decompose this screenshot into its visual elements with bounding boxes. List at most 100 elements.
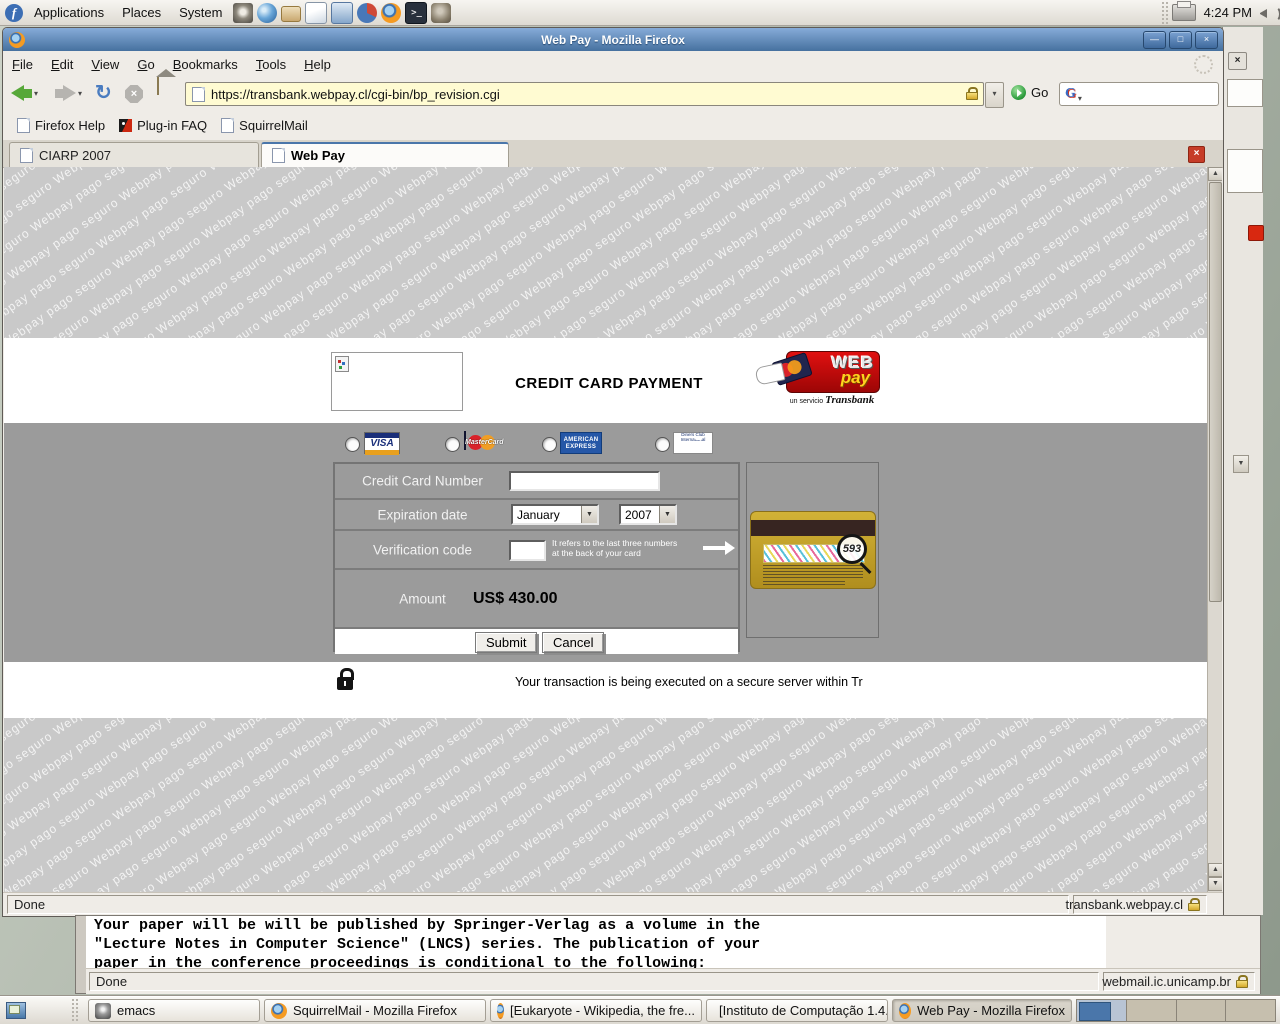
file-menu[interactable]: File: [3, 53, 42, 76]
bookmark-icon: [17, 118, 30, 133]
search-engine-dropdown[interactable]: ▾: [1078, 94, 1082, 103]
broken-image-icon: [335, 356, 349, 372]
back-dropdown[interactable]: ▾: [34, 89, 38, 98]
url-dropdown-button[interactable]: ▾: [985, 82, 1004, 108]
documents-launcher-icon[interactable]: [305, 2, 327, 24]
email-launcher-icon[interactable]: [281, 6, 301, 22]
volume-icon[interactable]: [1260, 5, 1280, 21]
forward-icon-tail: [55, 89, 63, 98]
applications-menu[interactable]: Applications: [25, 0, 113, 25]
search-input[interactable]: G ▾: [1059, 82, 1219, 106]
secure-lock-icon: [966, 87, 978, 101]
fragment-red-icon[interactable]: [1248, 225, 1264, 241]
bookmark-plugin-faq[interactable]: Plug-in FAQ: [119, 118, 207, 133]
scroll-up-button[interactable]: ▲: [1208, 167, 1222, 181]
task-instituto[interactable]: [Instituto de Computação 1.4....: [706, 999, 888, 1022]
webpay-logo: WEB pay un servicio Transbank: [756, 351, 878, 409]
minimize-button[interactable]: —: [1143, 31, 1166, 49]
background-window-right-fragment: × ▼: [1222, 27, 1263, 915]
view-menu[interactable]: View: [82, 53, 128, 76]
terminal-launcher-icon[interactable]: >_: [405, 2, 427, 24]
workspace-3[interactable]: [1176, 1000, 1226, 1021]
verification-label: Verification code: [335, 542, 510, 557]
web-browser-launcher-icon[interactable]: [257, 3, 277, 23]
bookmark-squirrelmail[interactable]: SquirrelMail: [221, 118, 308, 133]
maximize-button[interactable]: □: [1169, 31, 1192, 49]
show-desktop-button[interactable]: [3, 999, 29, 1022]
fragment-scroll-arrow[interactable]: ▼: [1233, 455, 1249, 473]
month-select[interactable]: January ▼: [511, 504, 599, 525]
amex-radio[interactable]: [542, 437, 557, 452]
task-squirrelmail[interactable]: SquirrelMail - Mozilla Firefox: [264, 999, 486, 1022]
fragment-close-icon[interactable]: ×: [1228, 52, 1247, 70]
clock[interactable]: 4:24 PM: [1204, 5, 1252, 20]
task-webpay[interactable]: Web Pay - Mozilla Firefox: [892, 999, 1072, 1022]
diners-text-2: International: [674, 438, 712, 443]
status-site-field[interactable]: transbank.webpay.cl: [1073, 895, 1207, 914]
magnetic-stripe: [751, 520, 875, 536]
vertical-scrollbar[interactable]: ▲ ▲ ▼: [1207, 167, 1222, 892]
forward-button[interactable]: ▾: [55, 85, 82, 101]
amex-text-1: AMERICAN: [561, 437, 601, 444]
workspace-window-thumb: [1079, 1002, 1111, 1021]
forward-dropdown[interactable]: ▾: [78, 89, 82, 98]
payment-table: Credit Card Number Expiration date Janua…: [333, 462, 740, 652]
places-menu[interactable]: Places: [113, 0, 170, 25]
bookmark-label: SquirrelMail: [239, 118, 308, 133]
system-menu[interactable]: System: [170, 0, 231, 25]
go-button[interactable]: Go: [1011, 85, 1048, 100]
task-label: emacs: [117, 1003, 155, 1018]
tab-web-pay[interactable]: Web Pay: [261, 142, 509, 167]
year-select[interactable]: 2007 ▼: [619, 504, 677, 525]
bookmarks-toolbar: Firefox Help Plug-in FAQ SquirrelMail: [3, 111, 1223, 140]
close-tab-button[interactable]: ×: [1188, 146, 1205, 163]
task-emacs[interactable]: emacs: [88, 999, 260, 1022]
url-text[interactable]: https://transbank.webpay.cl/cgi-bin/bp_r…: [211, 87, 966, 102]
bookmarks-menu[interactable]: Bookmarks: [164, 53, 247, 76]
gimp-launcher-icon[interactable]: [431, 3, 451, 23]
title-bar[interactable]: Web Pay - Mozilla Firefox — □ ×: [3, 28, 1223, 52]
card-fine-print: [763, 565, 863, 579]
help-menu[interactable]: Help: [295, 53, 340, 76]
verification-input[interactable]: [509, 540, 546, 561]
cancel-button[interactable]: Cancel: [542, 632, 604, 653]
reload-button[interactable]: ↻: [95, 80, 112, 105]
cc-number-input[interactable]: [509, 471, 660, 491]
chart-launcher-icon[interactable]: [357, 3, 377, 23]
mastercard-radio[interactable]: [445, 437, 460, 452]
tab-ciarp-2007[interactable]: CIARP 2007: [9, 142, 259, 167]
tools-menu[interactable]: Tools: [247, 53, 295, 76]
scroll-down-button[interactable]: ▼: [1208, 877, 1222, 891]
home-button[interactable]: [157, 76, 159, 95]
diners-radio[interactable]: [655, 437, 670, 452]
background-firefox-window[interactable]: Your paper will be will be published by …: [75, 915, 1261, 994]
close-button[interactable]: ×: [1195, 31, 1218, 49]
expiration-label: Expiration date: [335, 507, 510, 522]
background-status-bar: Done webmail.ic.unicamp.br: [86, 968, 1260, 994]
task-label: Web Pay - Mozilla Firefox: [917, 1003, 1065, 1018]
scrollbar-thumb[interactable]: [1209, 182, 1222, 602]
transbank-brand: Transbank: [825, 394, 874, 406]
gnu-launcher-icon[interactable]: [233, 3, 253, 23]
year-value: 2007: [621, 508, 659, 522]
workspace-1[interactable]: [1077, 1000, 1126, 1021]
printer-status-icon[interactable]: [1172, 4, 1196, 21]
bookmark-firefox-help[interactable]: Firefox Help: [17, 118, 105, 133]
cc-number-row: Credit Card Number: [335, 464, 738, 498]
firefox-window: Web Pay - Mozilla Firefox — □ × File Edi…: [2, 27, 1224, 917]
submit-button[interactable]: Submit: [475, 632, 537, 653]
workspace-4[interactable]: [1225, 1000, 1275, 1021]
visa-radio[interactable]: [345, 437, 360, 452]
firefox-launcher-icon[interactable]: [381, 3, 401, 23]
back-button[interactable]: ▾: [11, 85, 38, 101]
task-eukaryote[interactable]: [Eukaryote - Wikipedia, the fre...: [490, 999, 702, 1022]
workspace-2[interactable]: [1126, 1000, 1176, 1021]
url-bar[interactable]: https://transbank.webpay.cl/cgi-bin/bp_r…: [185, 82, 984, 106]
workspace-switcher: [1076, 999, 1276, 1022]
screenshot-launcher-icon[interactable]: [331, 2, 353, 24]
fedora-menu-icon[interactable]: f: [5, 4, 23, 22]
scroll-up-button-2[interactable]: ▲: [1208, 863, 1222, 877]
amex-logo: AMERICAN EXPRESS: [560, 432, 602, 454]
stop-button[interactable]: ×: [125, 85, 143, 103]
edit-menu[interactable]: Edit: [42, 53, 82, 76]
